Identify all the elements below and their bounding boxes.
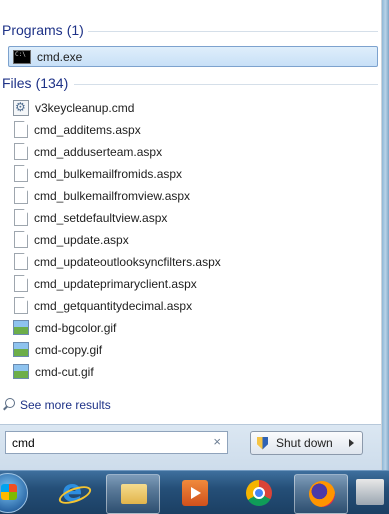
taskbar-chrome-button[interactable] — [232, 474, 284, 512]
taskbar-media-button[interactable] — [168, 474, 220, 512]
image-file-icon — [13, 342, 29, 357]
file-item[interactable]: cmd-cut.gif — [8, 361, 378, 382]
document-icon — [14, 253, 28, 270]
taskbar — [0, 470, 389, 514]
search-icon — [2, 398, 16, 412]
file-explorer-icon — [121, 484, 147, 504]
file-item[interactable]: cmd_bulkemailfromids.aspx — [8, 163, 378, 184]
document-icon — [14, 121, 28, 138]
file-item-label: cmd_update.aspx — [34, 232, 129, 247]
file-item-label: cmd_setdefaultview.aspx — [34, 210, 168, 225]
start-orb[interactable] — [0, 473, 28, 513]
file-item[interactable]: cmd_bulkemailfromview.aspx — [8, 185, 378, 206]
media-player-icon — [182, 480, 208, 506]
programs-divider — [88, 31, 378, 32]
document-icon — [14, 143, 28, 160]
image-file-icon — [13, 320, 29, 335]
cmd-icon — [13, 50, 31, 64]
file-item[interactable]: v3keycleanup.cmd — [8, 97, 378, 118]
program-item-label: cmd.exe — [37, 49, 83, 64]
taskbar-explorer-button[interactable] — [106, 474, 160, 514]
uac-shield-icon — [257, 436, 268, 450]
shutdown-options-arrow[interactable] — [340, 431, 363, 455]
file-item-label: cmd_updateoutlooksyncfilters.aspx — [34, 254, 221, 269]
file-item[interactable]: cmd_getquantitydecimal.aspx — [8, 295, 378, 316]
file-item-label: cmd_bulkemailfromview.aspx — [34, 188, 191, 203]
file-item-label: cmd-copy.gif — [35, 342, 103, 357]
image-file-icon — [13, 364, 29, 379]
file-item[interactable]: cmd_update.aspx — [8, 229, 378, 250]
file-item-label: cmd_adduserteam.aspx — [34, 144, 163, 159]
taskbar-ie-button[interactable] — [46, 474, 98, 512]
taskbar-firefox-button[interactable] — [294, 474, 348, 514]
programs-header-label: Programs — [2, 22, 63, 38]
pinned-app-icon[interactable] — [356, 479, 384, 505]
document-icon — [14, 187, 28, 204]
document-icon — [14, 209, 28, 226]
program-item-cmd[interactable]: cmd.exe — [8, 46, 378, 67]
file-item-label: cmd_getquantitydecimal.aspx — [34, 298, 193, 313]
clear-search-icon[interactable]: × — [213, 434, 221, 449]
files-header[interactable]: Files (134) — [0, 73, 68, 93]
search-box[interactable]: × — [5, 431, 228, 454]
files-divider — [74, 84, 378, 85]
see-more-results-link[interactable]: See more results — [2, 395, 111, 415]
file-item-label: cmd_additems.aspx — [34, 122, 141, 137]
document-icon — [14, 165, 28, 182]
file-item[interactable]: cmd_updateprimaryclient.aspx — [8, 273, 378, 294]
shutdown-label: Shut down — [276, 436, 333, 450]
files-count: (134) — [35, 75, 69, 91]
file-item[interactable]: cmd-copy.gif — [8, 339, 378, 360]
search-input[interactable] — [10, 434, 204, 451]
file-item[interactable]: cmd_setdefaultview.aspx — [8, 207, 378, 228]
file-item[interactable]: cmd-bgcolor.gif — [8, 317, 378, 338]
gear-file-icon — [13, 99, 29, 116]
file-item-label: cmd-cut.gif — [35, 364, 94, 379]
shutdown-button[interactable]: Shut down — [250, 431, 341, 455]
start-menu-right-frame — [382, 0, 389, 470]
start-menu: Programs(1) cmd.exe Files(134) v3keyclea… — [0, 0, 382, 471]
file-item-label: cmd_updateprimaryclient.aspx — [34, 276, 197, 291]
files-header-label: Files — [2, 75, 32, 91]
file-item[interactable]: cmd_adduserteam.aspx — [8, 141, 378, 162]
programs-count: (1) — [66, 22, 84, 38]
file-item[interactable]: cmd_updateoutlooksyncfilters.aspx — [8, 251, 378, 272]
firefox-icon — [309, 481, 335, 507]
document-icon — [14, 231, 28, 248]
document-icon — [14, 297, 28, 314]
programs-header[interactable]: Programs (1) — [0, 20, 84, 40]
file-item-label: cmd-bgcolor.gif — [35, 320, 117, 335]
file-item-label: cmd_bulkemailfromids.aspx — [34, 166, 183, 181]
file-item-label: v3keycleanup.cmd — [35, 100, 135, 115]
chrome-icon — [246, 480, 272, 506]
see-more-results-label: See more results — [20, 398, 111, 412]
file-item[interactable]: cmd_additems.aspx — [8, 119, 378, 140]
search-area: × Shut down — [0, 424, 381, 471]
document-icon — [14, 275, 28, 292]
internet-explorer-icon — [60, 474, 86, 509]
